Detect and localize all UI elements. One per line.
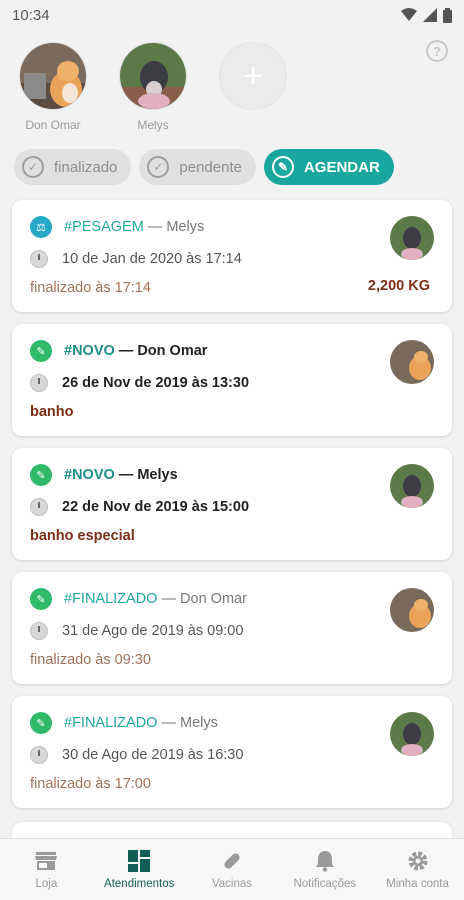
nav-notifications[interactable]: Notificações bbox=[278, 839, 371, 900]
appointment-pet: Melys bbox=[166, 219, 205, 235]
bottom-nav: Loja Atendimentos Vacinas Notificações M… bbox=[0, 838, 464, 900]
appointment-tag: #FINALIZADO bbox=[64, 591, 158, 607]
appointment-card[interactable]: ⚖ #PESAGEM — Melys 10 de Jan de 2020 às … bbox=[12, 200, 452, 312]
appointment-tag: #PESAGEM bbox=[64, 219, 144, 235]
scale-icon: ⚖ bbox=[30, 216, 52, 238]
nav-label: Vacinas bbox=[211, 877, 253, 890]
filter-pending[interactable]: ✓ pendente bbox=[139, 149, 256, 185]
clock-icon bbox=[30, 250, 48, 268]
schedule-label: AGENDAR bbox=[303, 158, 380, 176]
dashboard-icon bbox=[127, 849, 151, 872]
appointment-card[interactable]: ✎ #FINALIZADO — Don Omar 31 de Ago de 20… bbox=[12, 572, 452, 684]
appointment-card[interactable]: ✎ #FINALIZADO — Melys 30 de Ago de 2019 … bbox=[12, 696, 452, 808]
dog-avatar bbox=[390, 712, 434, 756]
appointment-date: 10 de Jan de 2020 às 17:14 bbox=[62, 251, 242, 267]
brush-icon: ✎ bbox=[30, 464, 52, 486]
appointment-tag: #NOVO bbox=[64, 467, 115, 483]
nav-label: Loja bbox=[35, 877, 58, 890]
clock-icon bbox=[30, 746, 48, 764]
bell-icon bbox=[313, 850, 337, 872]
clock-icon bbox=[30, 622, 48, 640]
appointment-pet: Melys bbox=[180, 715, 218, 731]
dog-avatar bbox=[119, 42, 187, 110]
status-icons bbox=[401, 7, 452, 23]
appointment-tag: #NOVO bbox=[64, 343, 115, 359]
nav-appointments[interactable]: Atendimentos bbox=[93, 839, 186, 900]
help-icon[interactable]: ? bbox=[426, 40, 448, 62]
appointment-note: banho especial bbox=[30, 528, 135, 544]
filter-label: pendente bbox=[179, 158, 242, 176]
clock-icon bbox=[30, 498, 48, 516]
dog-avatar bbox=[390, 216, 434, 260]
appointment-pet: Don Omar bbox=[137, 343, 208, 359]
edit-icon: ✎ bbox=[271, 156, 294, 178]
brush-icon: ✎ bbox=[30, 340, 52, 362]
status-time: 10:34 bbox=[12, 6, 50, 24]
filter-finalized[interactable]: ✓ finalizado bbox=[14, 149, 132, 185]
dog-avatar bbox=[390, 464, 434, 508]
cat-avatar bbox=[19, 42, 87, 110]
filter-bar: ✓ finalizado ✓ pendente ✎ AGENDAR bbox=[14, 149, 394, 185]
pet-name: Melys bbox=[137, 118, 169, 132]
filter-label: finalizado bbox=[54, 158, 118, 176]
pill-icon bbox=[220, 850, 244, 872]
check-icon: ✓ bbox=[22, 156, 44, 178]
clock-icon bbox=[30, 374, 48, 392]
separator: — bbox=[161, 591, 177, 607]
nav-label: Minha conta bbox=[386, 877, 449, 890]
schedule-button[interactable]: ✎ AGENDAR bbox=[263, 149, 394, 185]
check-icon: ✓ bbox=[147, 156, 170, 178]
appointment-tag: #FINALIZADO bbox=[64, 715, 158, 731]
appointment-weight: 2,200 KG bbox=[367, 278, 430, 294]
signal-icon bbox=[423, 8, 437, 22]
status-bar: 10:34 bbox=[0, 0, 464, 30]
gear-icon bbox=[406, 850, 430, 872]
appointment-date: 30 de Ago de 2019 às 16:30 bbox=[62, 747, 244, 763]
battery-icon bbox=[443, 7, 452, 23]
appointment-note: finalizado às 17:00 bbox=[30, 776, 151, 792]
nav-account[interactable]: Minha conta bbox=[371, 839, 464, 900]
appointment-list: ⚖ #PESAGEM — Melys 10 de Jan de 2020 às … bbox=[12, 200, 452, 820]
nav-label: Atendimentos bbox=[104, 877, 175, 890]
plus-icon[interactable]: + bbox=[219, 42, 287, 110]
nav-vaccines[interactable]: Vacinas bbox=[186, 839, 279, 900]
brush-icon: ✎ bbox=[30, 588, 52, 610]
appointment-pet: Melys bbox=[137, 467, 178, 483]
separator: — bbox=[161, 715, 177, 731]
appointment-card[interactable]: ✎ #NOVO — Melys 22 de Nov de 2019 às 15:… bbox=[12, 448, 452, 560]
appointment-date: 31 de Ago de 2019 às 09:00 bbox=[62, 623, 244, 639]
appointment-note: finalizado às 09:30 bbox=[30, 652, 151, 668]
separator: — bbox=[118, 467, 134, 483]
cat-avatar bbox=[390, 340, 434, 384]
nav-label: Notificações bbox=[293, 877, 357, 890]
wifi-icon bbox=[401, 8, 417, 21]
appointment-date: 22 de Nov de 2019 às 15:00 bbox=[62, 499, 250, 515]
pet-name: Don Omar bbox=[25, 118, 81, 132]
appointment-date: 26 de Nov de 2019 às 13:30 bbox=[62, 375, 250, 391]
separator: — bbox=[118, 343, 134, 359]
appointment-card[interactable]: ✎ #NOVO — Don Omar 26 de Nov de 2019 às … bbox=[12, 324, 452, 436]
appointment-note: banho bbox=[30, 404, 74, 420]
cat-avatar bbox=[390, 588, 434, 632]
store-icon bbox=[34, 850, 58, 872]
brush-icon: ✎ bbox=[30, 712, 52, 734]
appointment-pet: Don Omar bbox=[180, 591, 247, 607]
separator: — bbox=[147, 219, 163, 235]
nav-store[interactable]: Loja bbox=[0, 839, 93, 900]
